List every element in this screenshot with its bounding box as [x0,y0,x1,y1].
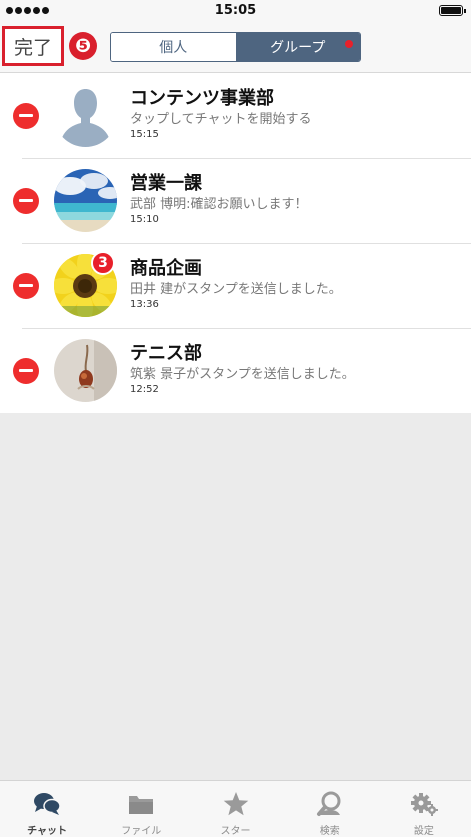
chat-bubbles-icon [33,791,61,817]
segment-group[interactable]: グループ [235,33,360,61]
unread-count-badge: 3 [91,251,115,275]
tab-star[interactable]: スター [188,781,282,837]
tab-label: 設定 [413,826,434,837]
segment-group-label: グループ [270,40,326,56]
new-indicator-dot [345,40,353,48]
tab-label: チャット [27,826,68,837]
chat-title: 商品企画 [130,258,202,279]
tab-label: 検索 [319,826,340,837]
gear-icon [410,791,438,817]
tab-label: ファイル [121,826,162,837]
segment-individual[interactable]: 個人 [111,33,236,61]
step-number-text: ❺ [74,35,92,57]
tab-search[interactable]: 検索 [283,781,377,837]
chat-row[interactable]: テニス部 筑紫 景子がスタンプを送信しました。 12:52 [0,328,471,413]
chat-title: コンテンツ事業部 [130,88,274,109]
chat-title: テニス部 [130,343,202,364]
chat-row[interactable]: 3 商品企画 田井 建がスタンプを送信しました。 13:36 [0,243,471,328]
chat-preview: タップしてチャットを開始する [130,112,312,127]
chat-time: 15:15 [130,129,159,140]
tab-bar: チャット ファイル スター 検索 設定 [0,780,471,837]
chat-preview: 筑紫 景子がスタンプを送信しました。 [130,367,355,382]
chat-time: 15:10 [130,214,159,225]
avatar-object-photo [54,339,117,402]
tab-chat[interactable]: チャット [0,781,94,837]
avatar-beach-photo [54,169,117,232]
step-number-badge: ❺ [69,32,97,60]
chat-type-segmented-control: 個人 グループ [110,32,361,62]
segment-individual-label: 個人 [159,40,188,56]
battery-icon [439,5,466,16]
chat-title: 営業一課 [130,173,202,194]
tab-file[interactable]: ファイル [94,781,188,837]
status-bar: 15:05 [0,0,471,22]
status-time: 15:05 [214,3,257,18]
chat-time: 13:36 [130,299,159,310]
delete-icon[interactable] [13,358,39,384]
chat-preview: 武部 博明:確認お願いします！ [130,197,308,212]
chat-row[interactable]: コンテンツ事業部 タップしてチャットを開始する 15:15 [0,73,471,158]
chat-list: コンテンツ事業部 タップしてチャットを開始する 15:15 営業一課 武部 博明… [0,73,471,413]
folder-icon [127,791,155,817]
delete-icon[interactable] [13,103,39,129]
delete-icon[interactable] [13,188,39,214]
delete-icon[interactable] [13,273,39,299]
star-icon [222,791,250,817]
chat-time: 12:52 [130,384,159,395]
search-icon [316,791,344,817]
chat-preview: 田井 建がスタンプを送信しました。 [130,282,342,297]
tab-label: スター [220,826,251,837]
navigation-bar: 完了 ❺ 個人 グループ [0,22,471,73]
avatar-default-person [54,84,117,147]
done-button[interactable]: 完了 [2,26,64,66]
chat-row[interactable]: 営業一課 武部 博明:確認お願いします！ 15:10 [0,158,471,243]
tab-settings[interactable]: 設定 [377,781,471,837]
